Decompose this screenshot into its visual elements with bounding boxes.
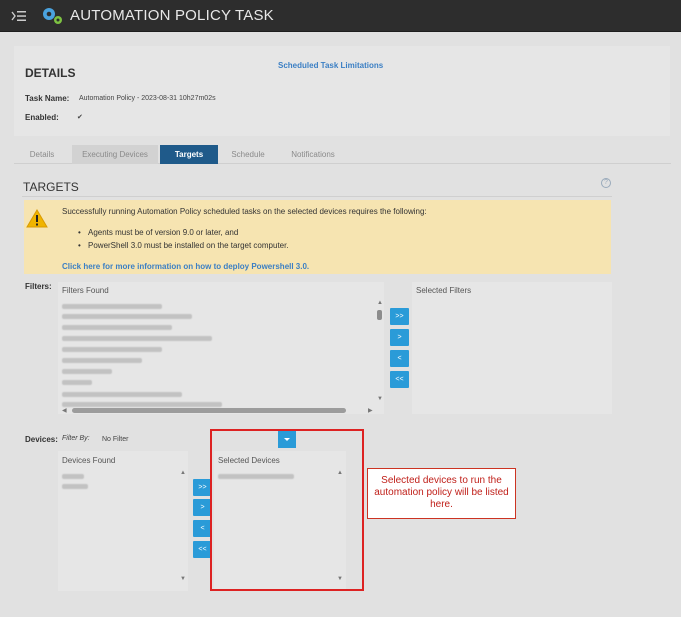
list-item[interactable]	[62, 474, 84, 479]
powershell-info-link[interactable]: Click here for more information on how t…	[62, 262, 309, 271]
annotation-callout: Selected devices to run the automation p…	[367, 468, 516, 519]
requirement-item: Agents must be of version 9.0 or later, …	[78, 228, 238, 237]
help-icon[interactable]: ?	[601, 178, 611, 188]
selected-filters-list[interactable]	[412, 282, 612, 414]
filters-found-header: Filters Found	[62, 286, 109, 295]
divider	[22, 196, 612, 197]
tab-bar: Details Executing Devices Targets Schedu…	[14, 145, 671, 164]
collapse-menu-icon[interactable]	[11, 9, 27, 23]
list-item[interactable]	[62, 358, 142, 363]
enabled-label: Enabled:	[25, 113, 59, 122]
warning-icon	[26, 209, 48, 228]
annotation-highlight-box	[210, 429, 364, 591]
devices-found-header: Devices Found	[62, 456, 116, 465]
filter-by-label: Filter By:	[62, 435, 90, 442]
filters-label: Filters:	[25, 282, 52, 291]
list-item[interactable]	[62, 336, 212, 341]
top-bar: AUTOMATION POLICY TASK	[0, 0, 681, 32]
list-item[interactable]	[62, 484, 88, 489]
remove-all-filters-button[interactable]: <<	[390, 371, 409, 388]
scroll-down-arrow[interactable]: ▼	[377, 396, 383, 402]
list-item[interactable]	[62, 402, 222, 407]
tab-notifications[interactable]: Notifications	[280, 145, 346, 164]
tab-schedule[interactable]: Schedule	[220, 145, 276, 164]
list-item[interactable]	[62, 304, 162, 309]
tab-executing-devices[interactable]: Executing Devices	[72, 145, 158, 164]
scroll-up-arrow[interactable]: ▲	[377, 300, 383, 306]
page-title: AUTOMATION POLICY TASK	[70, 7, 274, 24]
list-item[interactable]	[62, 380, 92, 385]
scheduled-task-limitations-link[interactable]: Scheduled Task Limitations	[278, 61, 383, 70]
warning-text: Successfully running Automation Policy s…	[62, 207, 427, 216]
scroll-left-arrow[interactable]: ◀	[62, 407, 67, 414]
add-filter-button[interactable]: >	[390, 329, 409, 346]
targets-heading: TARGETS	[23, 180, 79, 194]
tab-details[interactable]: Details	[14, 145, 70, 164]
details-section	[14, 46, 670, 136]
devices-found-list[interactable]	[58, 451, 188, 591]
requirement-item: PowerShell 3.0 must be installed on the …	[78, 241, 289, 250]
scroll-down-arrow[interactable]: ▼	[180, 576, 186, 582]
list-item[interactable]	[62, 347, 162, 352]
list-item[interactable]	[62, 392, 182, 397]
list-item[interactable]	[62, 325, 172, 330]
scroll-up-arrow[interactable]: ▲	[180, 470, 186, 476]
add-all-filters-button[interactable]: >>	[390, 308, 409, 325]
task-name-label: Task Name:	[25, 94, 70, 103]
filter-by-select[interactable]: No Filter	[102, 436, 128, 443]
remove-filter-button[interactable]: <	[390, 350, 409, 367]
tab-targets[interactable]: Targets	[160, 145, 218, 164]
scroll-right-arrow[interactable]: ▶	[368, 407, 373, 414]
devices-label: Devices:	[25, 435, 58, 444]
horizontal-scrollbar[interactable]	[72, 408, 346, 413]
selected-filters-header: Selected Filters	[416, 286, 472, 295]
list-item[interactable]	[62, 314, 192, 319]
vertical-scrollbar[interactable]	[377, 310, 382, 320]
enabled-checkmark: ✔	[77, 114, 83, 121]
gears-icon	[43, 8, 62, 24]
details-heading: DETAILS	[25, 66, 76, 80]
task-name-value: Automation Policy - 2023-08-31 10h27m02s	[79, 95, 216, 102]
list-item[interactable]	[62, 369, 112, 374]
